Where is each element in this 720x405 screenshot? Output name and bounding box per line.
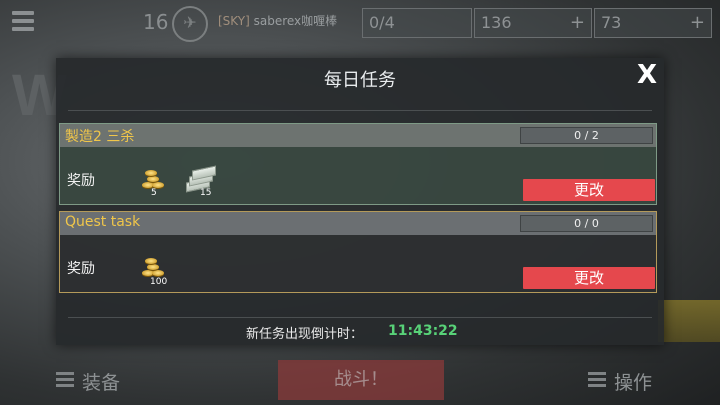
- daily-quest-dialog: 每日任务 X 製造2 三杀 0 / 2 奖励 5 15 更改 Quest tas…: [56, 58, 664, 345]
- operations-button[interactable]: 操作: [614, 368, 652, 395]
- player-level: 16: [143, 10, 169, 34]
- reward-gold: 100: [136, 252, 170, 287]
- clan-tag: [SKY]: [218, 14, 250, 28]
- quest-name: 製造2 三杀: [65, 129, 135, 145]
- gold-coins-icon: [142, 256, 164, 276]
- timer-label: 新任务出现倒计时：: [246, 327, 364, 342]
- change-quest-button[interactable]: 更改: [523, 179, 655, 201]
- rank-wings-icon: ✈: [172, 6, 208, 42]
- divider: [68, 317, 652, 318]
- reward-gold: 5: [136, 164, 170, 198]
- equip-button[interactable]: 装备: [82, 368, 120, 395]
- reward-count: 5: [151, 188, 157, 198]
- bottom-hud: 装备 战斗！ 操作: [0, 350, 720, 405]
- quest-progress: 0 / 0: [520, 215, 653, 232]
- reward-cash: 15: [182, 164, 216, 198]
- background-vehicle: [658, 300, 720, 342]
- add-gold-icon[interactable]: +: [690, 9, 705, 37]
- player-name-text: saberex咖喱棒: [253, 14, 338, 28]
- add-cash-icon[interactable]: +: [570, 9, 585, 37]
- dialog-title: 每日任务: [324, 70, 396, 91]
- change-quest-button[interactable]: 更改: [523, 267, 655, 289]
- top-hud: 16 ✈ [SKY] saberex咖喱棒 0/4 136 + 73 +: [0, 0, 720, 48]
- reward-count: 15: [200, 188, 212, 198]
- resource-gold-value: 73: [601, 13, 622, 32]
- cash-icon: [186, 165, 216, 193]
- reward-label: 奖励: [67, 173, 95, 189]
- countdown-timer: 11:43:22: [388, 323, 458, 339]
- resource-cash-value: 136: [481, 13, 512, 32]
- player-name: [SKY] saberex咖喱棒: [218, 12, 337, 29]
- quest-name: Quest task: [65, 214, 141, 230]
- menu-icon[interactable]: [12, 11, 34, 31]
- quest-card: 製造2 三杀 0 / 2 奖励 5 15 更改: [59, 123, 657, 205]
- close-icon[interactable]: X: [634, 60, 660, 90]
- ops-list-icon[interactable]: [588, 372, 606, 388]
- resource-gold[interactable]: 73 +: [594, 8, 712, 38]
- quest-card: Quest task 0 / 0 奖励 100 更改: [59, 211, 657, 293]
- reward-count: 100: [150, 277, 168, 287]
- reward-label: 奖励: [67, 261, 95, 277]
- quest-progress: 0 / 2: [520, 127, 653, 144]
- quest-header: 製造2 三杀 0 / 2: [60, 124, 656, 147]
- divider: [68, 110, 652, 111]
- fight-button[interactable]: 战斗！: [278, 360, 444, 400]
- quest-header: Quest task 0 / 0: [60, 212, 656, 235]
- equip-list-icon[interactable]: [56, 372, 74, 388]
- resource-slots-value: 0/4: [369, 13, 395, 32]
- gold-coins-icon: [142, 168, 164, 188]
- resource-cash[interactable]: 136 +: [474, 8, 592, 38]
- resource-slots[interactable]: 0/4: [362, 8, 472, 38]
